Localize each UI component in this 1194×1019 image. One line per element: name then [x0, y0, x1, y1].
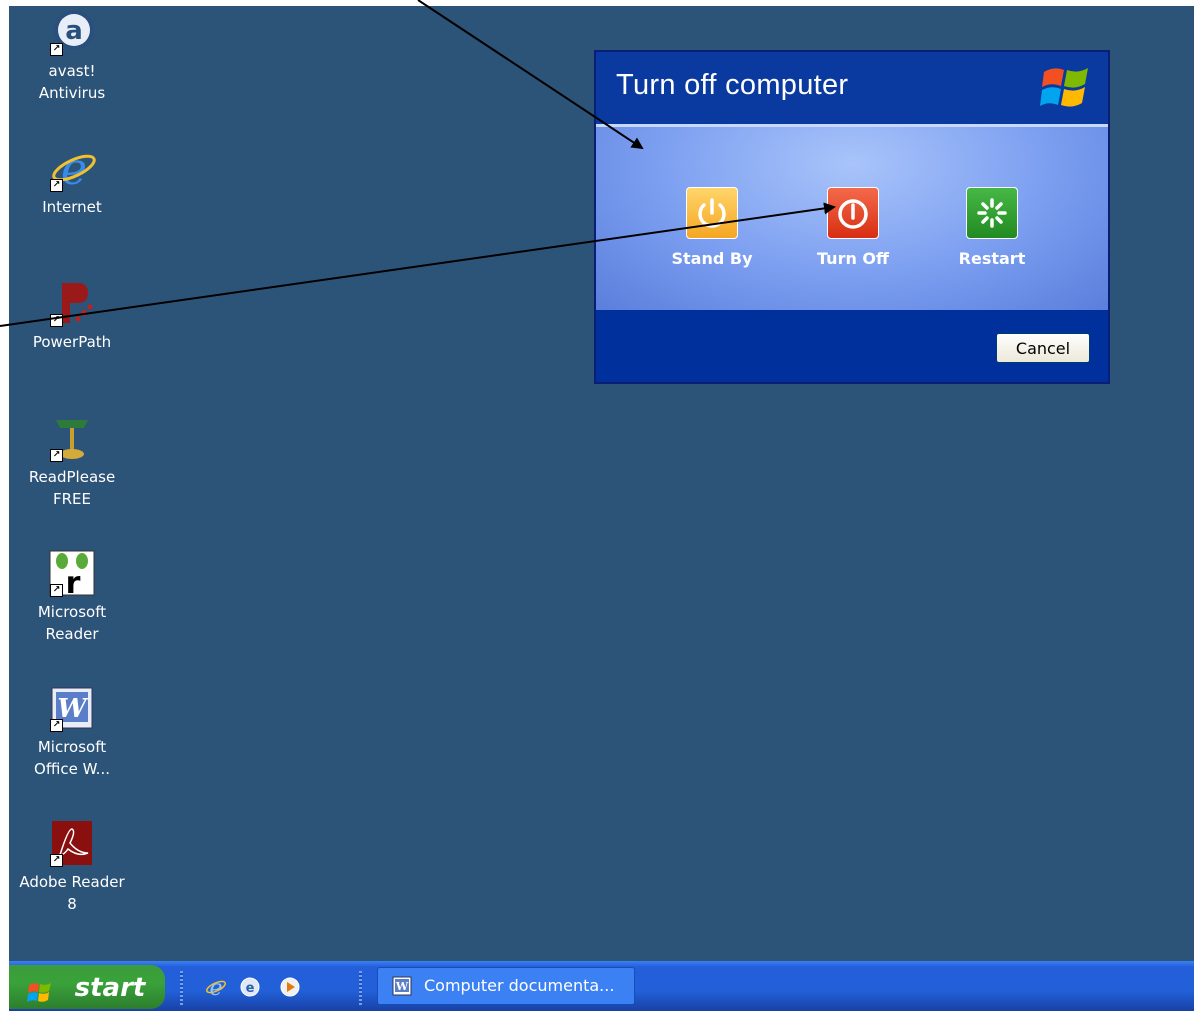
- turn-off-button[interactable]: Turn Off: [803, 187, 903, 268]
- desktop-icon-readplease[interactable]: ↗ ReadPlease FREE: [12, 414, 132, 510]
- desktop-icon-label: avast! Antivirus: [38, 62, 106, 102]
- taskbar-grip[interactable]: [359, 971, 362, 1005]
- start-button[interactable]: start: [9, 965, 165, 1009]
- media-player-icon[interactable]: [279, 976, 301, 998]
- svg-text:e: e: [61, 144, 87, 192]
- desktop-icon-microsoft-office-word[interactable]: W ↗ Microsoft Office W...: [12, 684, 132, 780]
- start-label: start: [74, 973, 146, 1003]
- turn-off-label: Turn Off: [817, 249, 889, 268]
- stand-by-icon: [686, 187, 738, 239]
- desktop-icon-microsoft-reader[interactable]: r ↗ Microsoft Reader: [12, 549, 132, 645]
- desktop-icon-label: Adobe Reader 8: [19, 873, 125, 913]
- desktop-icon-adobe-reader[interactable]: ↗ Adobe Reader 8: [12, 819, 132, 915]
- desktop-icon-label: PowerPath: [32, 333, 112, 351]
- word-icon: W: [392, 976, 412, 996]
- internet-explorer-icon: e ↗: [48, 144, 96, 195]
- turn-off-computer-dialog: Turn off computer Stand By Turn Off Rest…: [594, 50, 1110, 384]
- desktop-icon-label: ReadPlease FREE: [28, 468, 116, 508]
- cancel-button[interactable]: Cancel: [996, 333, 1090, 363]
- svg-text:W: W: [395, 980, 409, 993]
- dialog-title-bar: Turn off computer: [596, 52, 1108, 127]
- svg-text:e: e: [209, 976, 222, 998]
- microsoft-reader-icon: r ↗: [48, 549, 96, 601]
- internet-explorer-icon[interactable]: e: [205, 976, 227, 1001]
- outlook-express-icon[interactable]: e: [239, 976, 261, 998]
- desktop-icon-internet[interactable]: e ↗ Internet: [12, 144, 132, 218]
- desktop-icon-label: Internet: [42, 198, 102, 216]
- power-icon: [827, 187, 879, 239]
- desktop-icon-label: Microsoft Reader: [37, 603, 107, 643]
- desktop-icon-label: Microsoft Office W...: [34, 738, 110, 778]
- taskbar-window-button[interactable]: W Computer documenta...: [377, 967, 635, 1005]
- restart-icon: [966, 187, 1018, 239]
- taskbar-grip[interactable]: [180, 971, 183, 1005]
- windows-logo-icon: [1040, 62, 1092, 116]
- svg-text:a: a: [65, 16, 83, 46]
- svg-text:e: e: [246, 981, 255, 996]
- restart-label: Restart: [958, 249, 1026, 268]
- taskbar: start e e W Computer documenta...: [9, 961, 1194, 1011]
- adobe-reader-icon: ↗: [48, 819, 96, 867]
- stand-by-label: Stand By: [671, 249, 753, 268]
- dialog-title: Turn off computer: [616, 69, 849, 101]
- windows-flag-icon: [27, 975, 53, 1002]
- desk-lamp-icon: ↗: [48, 414, 96, 462]
- svg-text:r: r: [66, 566, 81, 597]
- desktop-icon-powerpath[interactable]: ↗ PowerPath: [12, 279, 132, 353]
- taskbar-window-label: Computer documenta...: [424, 976, 615, 995]
- restart-button[interactable]: Restart: [942, 187, 1042, 268]
- avast-icon: a ↗: [48, 8, 96, 56]
- word-icon: W ↗: [48, 684, 96, 732]
- dialog-body: Stand By Turn Off Restart: [596, 127, 1108, 310]
- desktop-icon-avast[interactable]: a ↗ avast! Antivirus: [12, 8, 132, 104]
- stand-by-button[interactable]: Stand By: [662, 187, 762, 268]
- powerpath-icon: ↗: [48, 279, 96, 327]
